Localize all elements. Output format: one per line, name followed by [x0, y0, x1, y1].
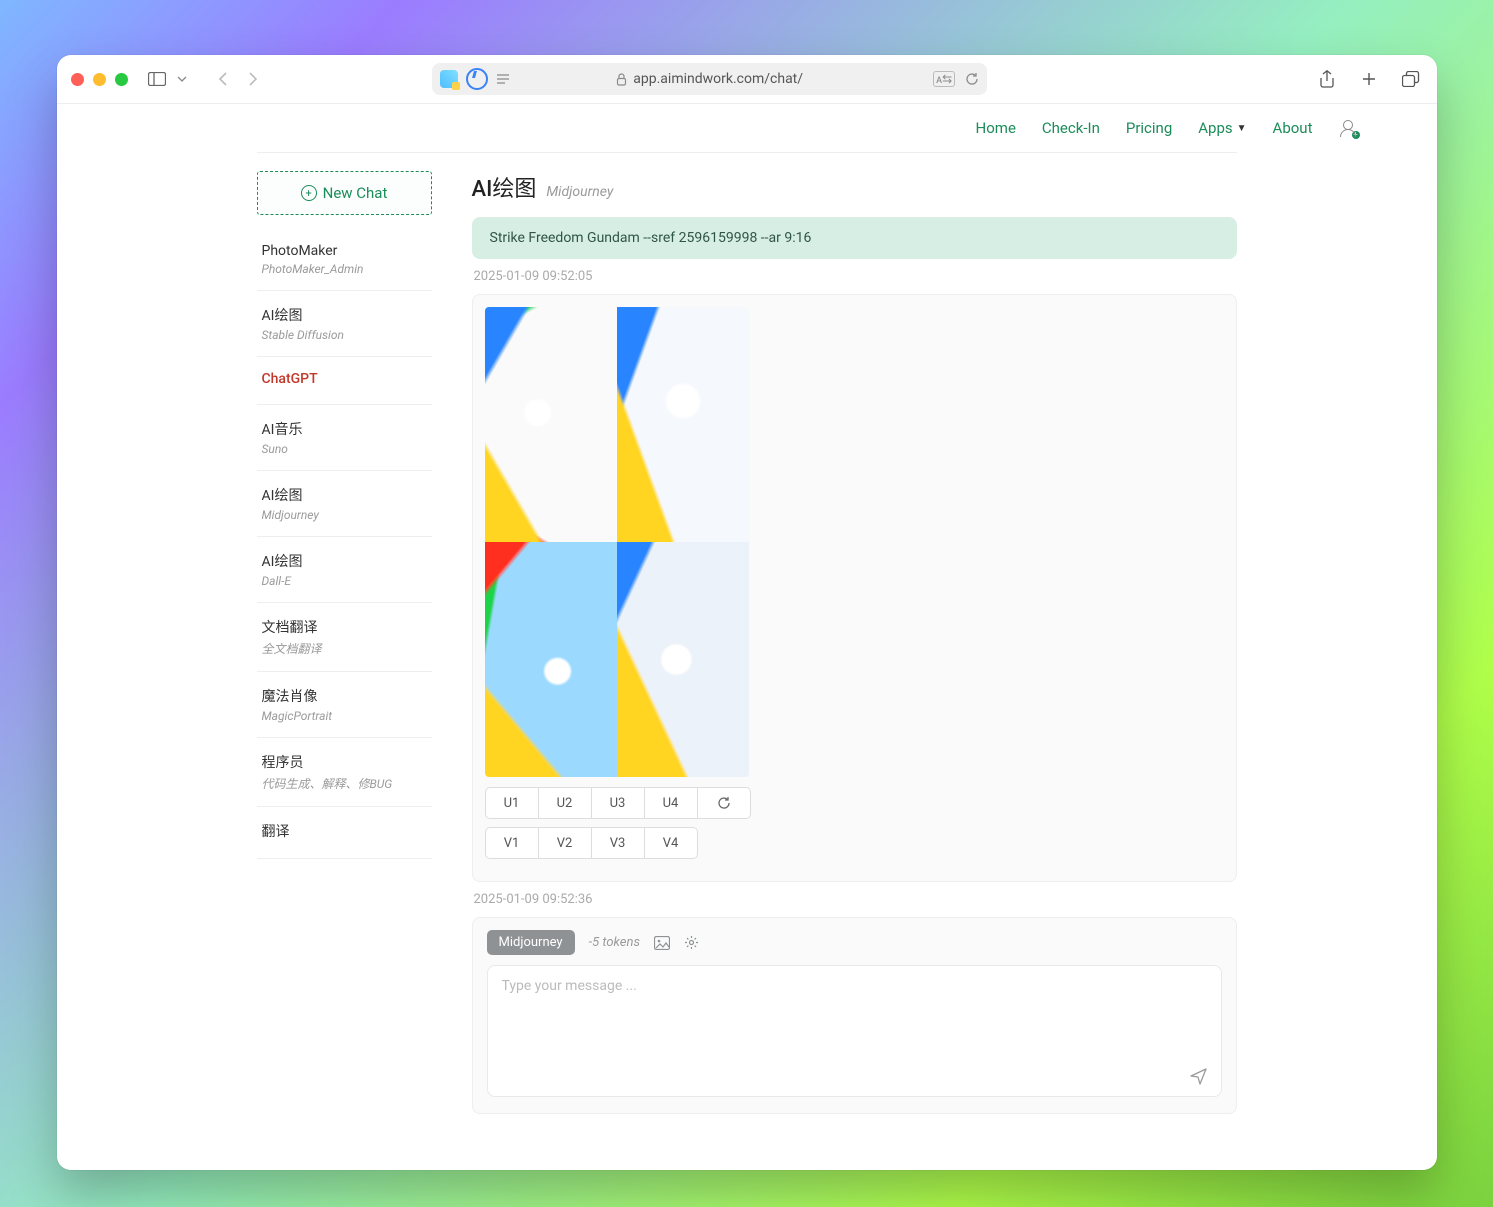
sidebar-item-photomaker[interactable]: PhotoMaker PhotoMaker_Admin — [257, 229, 432, 291]
url-text: app.aimindwork.com/chat/ — [633, 71, 803, 87]
sidebar-item-title: 翻译 — [262, 821, 427, 841]
sidebar-item-doctranslate[interactable]: 文档翻译 全文档翻译 — [257, 603, 432, 672]
v1-button[interactable]: V1 — [485, 827, 539, 859]
sidebar-item-subtitle: Dall-E — [262, 574, 427, 588]
sidebar-item-suno[interactable]: AI音乐 Suno — [257, 405, 432, 471]
prompt-timestamp: 2025-01-09 09:52:05 — [474, 269, 1235, 284]
dropdown-chevron-icon[interactable] — [176, 68, 188, 90]
sidebar-toggle-button[interactable] — [146, 68, 168, 90]
v2-button[interactable]: V2 — [539, 827, 592, 859]
new-chat-label: New Chat — [323, 184, 388, 202]
sidebar-item-sd[interactable]: AI绘图 Stable Diffusion — [257, 291, 432, 357]
user-icon: + — [1339, 119, 1357, 137]
message-input[interactable] — [500, 976, 1173, 1090]
generated-image-2[interactable] — [617, 307, 749, 542]
image-attach-button[interactable] — [654, 936, 670, 950]
share-button[interactable] — [1316, 68, 1338, 90]
sidebar-item-chatgpt[interactable]: ChatGPT — [257, 357, 432, 405]
page-content: Home Check-In Pricing Apps ▼ About + + Ne… — [57, 104, 1437, 1170]
nav-about[interactable]: About — [1273, 119, 1313, 137]
u3-button[interactable]: U3 — [592, 787, 645, 819]
sidebar-item-title: AI绘图 — [262, 551, 427, 571]
nav-apps-label: Apps — [1198, 119, 1232, 137]
sidebar-item-translate[interactable]: 翻译 — [257, 807, 432, 859]
main-panel: AI绘图 Midjourney Strike Freedom Gundam --… — [450, 171, 1237, 1114]
chevron-down-icon: ▼ — [1237, 123, 1247, 134]
sidebar-item-subtitle: 全文档翻译 — [262, 640, 427, 657]
generated-image-4[interactable] — [617, 542, 749, 777]
back-button[interactable] — [212, 68, 234, 90]
plus-circle-icon: + — [301, 185, 317, 201]
new-chat-button[interactable]: + New Chat — [257, 171, 432, 215]
fullscreen-window-button[interactable] — [115, 73, 128, 86]
upscale-row: U1 U2 U3 U4 — [485, 787, 1224, 819]
settings-button[interactable] — [684, 935, 699, 950]
safari-window: app.aimindwork.com/chat/ ᴀ⇆ Home Che — [57, 55, 1437, 1170]
thread-title-text: AI绘图 — [472, 171, 537, 203]
sidebar-item-title: AI绘图 — [262, 485, 427, 505]
refresh-icon — [717, 796, 731, 810]
token-cost: -5 tokens — [589, 935, 640, 950]
minimize-window-button[interactable] — [93, 73, 106, 86]
message-input-wrapper — [487, 965, 1222, 1097]
url-bar[interactable]: app.aimindwork.com/chat/ ᴀ⇆ — [432, 63, 987, 95]
composer: Midjourney -5 tokens — [472, 917, 1237, 1114]
reroll-button[interactable] — [698, 787, 751, 819]
sidebar-item-subtitle: Midjourney — [262, 508, 427, 522]
sidebar-item-title: 魔法肖像 — [262, 686, 427, 706]
mode-pill[interactable]: Midjourney — [487, 930, 575, 955]
sidebar-item-subtitle: 代码生成、解释、修BUG — [262, 775, 427, 792]
output-timestamp: 2025-01-09 09:52:36 — [474, 892, 1235, 907]
nav-checkin[interactable]: Check-In — [1042, 119, 1100, 137]
sidebar-item-title: AI音乐 — [262, 419, 427, 439]
v4-button[interactable]: V4 — [645, 827, 698, 859]
sidebar-item-coder[interactable]: 程序员 代码生成、解释、修BUG — [257, 738, 432, 807]
output-card: U1 U2 U3 U4 V1 V2 V3 V4 — [472, 294, 1237, 882]
nav-pricing[interactable]: Pricing — [1126, 119, 1172, 137]
sidebar-item-dalle[interactable]: AI绘图 Dall-E — [257, 537, 432, 603]
new-tab-button[interactable] — [1358, 68, 1380, 90]
generated-image-grid[interactable] — [485, 307, 749, 777]
sidebar-item-magicportrait[interactable]: 魔法肖像 MagicPortrait — [257, 672, 432, 738]
u2-button[interactable]: U2 — [539, 787, 592, 819]
thread-title: AI绘图 Midjourney — [472, 171, 1237, 203]
sidebar-item-subtitle: MagicPortrait — [262, 709, 427, 723]
reload-button[interactable] — [965, 72, 979, 86]
tabs-button[interactable] — [1400, 68, 1422, 90]
nav-home[interactable]: Home — [976, 119, 1016, 137]
send-button[interactable] — [1189, 1066, 1209, 1086]
sidebar-item-title: 文档翻译 — [262, 617, 427, 637]
sidebar-item-title: ChatGPT — [262, 371, 427, 387]
lock-icon — [616, 73, 627, 86]
translate-icon[interactable]: ᴀ⇆ — [933, 71, 955, 87]
sidebar-item-subtitle: PhotoMaker_Admin — [262, 262, 427, 276]
v3-button[interactable]: V3 — [592, 827, 645, 859]
top-nav: Home Check-In Pricing Apps ▼ About + — [109, 104, 1385, 152]
extension-icon-1[interactable] — [440, 70, 458, 88]
nav-user-button[interactable]: + — [1339, 119, 1357, 137]
sidebar-item-title: PhotoMaker — [262, 243, 427, 259]
sidebar: + New Chat PhotoMaker PhotoMaker_Admin A… — [257, 171, 450, 1114]
sidebar-item-subtitle: Suno — [262, 442, 427, 456]
titlebar: app.aimindwork.com/chat/ ᴀ⇆ — [57, 55, 1437, 104]
close-window-button[interactable] — [71, 73, 84, 86]
sidebar-item-subtitle: Stable Diffusion — [262, 328, 427, 342]
generated-image-1[interactable] — [485, 307, 617, 542]
thread-subtitle: Midjourney — [546, 184, 613, 200]
prompt-text: Strike Freedom Gundam --sref 2596159998 … — [490, 230, 812, 246]
u4-button[interactable]: U4 — [645, 787, 698, 819]
sidebar-item-title: 程序员 — [262, 752, 427, 772]
traffic-lights — [71, 73, 128, 86]
generated-image-3[interactable] — [485, 542, 617, 777]
forward-button[interactable] — [242, 68, 264, 90]
sidebar-item-midjourney[interactable]: AI绘图 Midjourney — [257, 471, 432, 537]
reader-icon[interactable] — [496, 73, 510, 85]
variation-row: V1 V2 V3 V4 — [485, 827, 1224, 859]
prompt-bubble: Strike Freedom Gundam --sref 2596159998 … — [472, 217, 1237, 259]
u1-button[interactable]: U1 — [485, 787, 539, 819]
extension-icon-2[interactable] — [466, 68, 488, 90]
sidebar-item-title: AI绘图 — [262, 305, 427, 325]
nav-apps[interactable]: Apps ▼ — [1198, 119, 1246, 137]
